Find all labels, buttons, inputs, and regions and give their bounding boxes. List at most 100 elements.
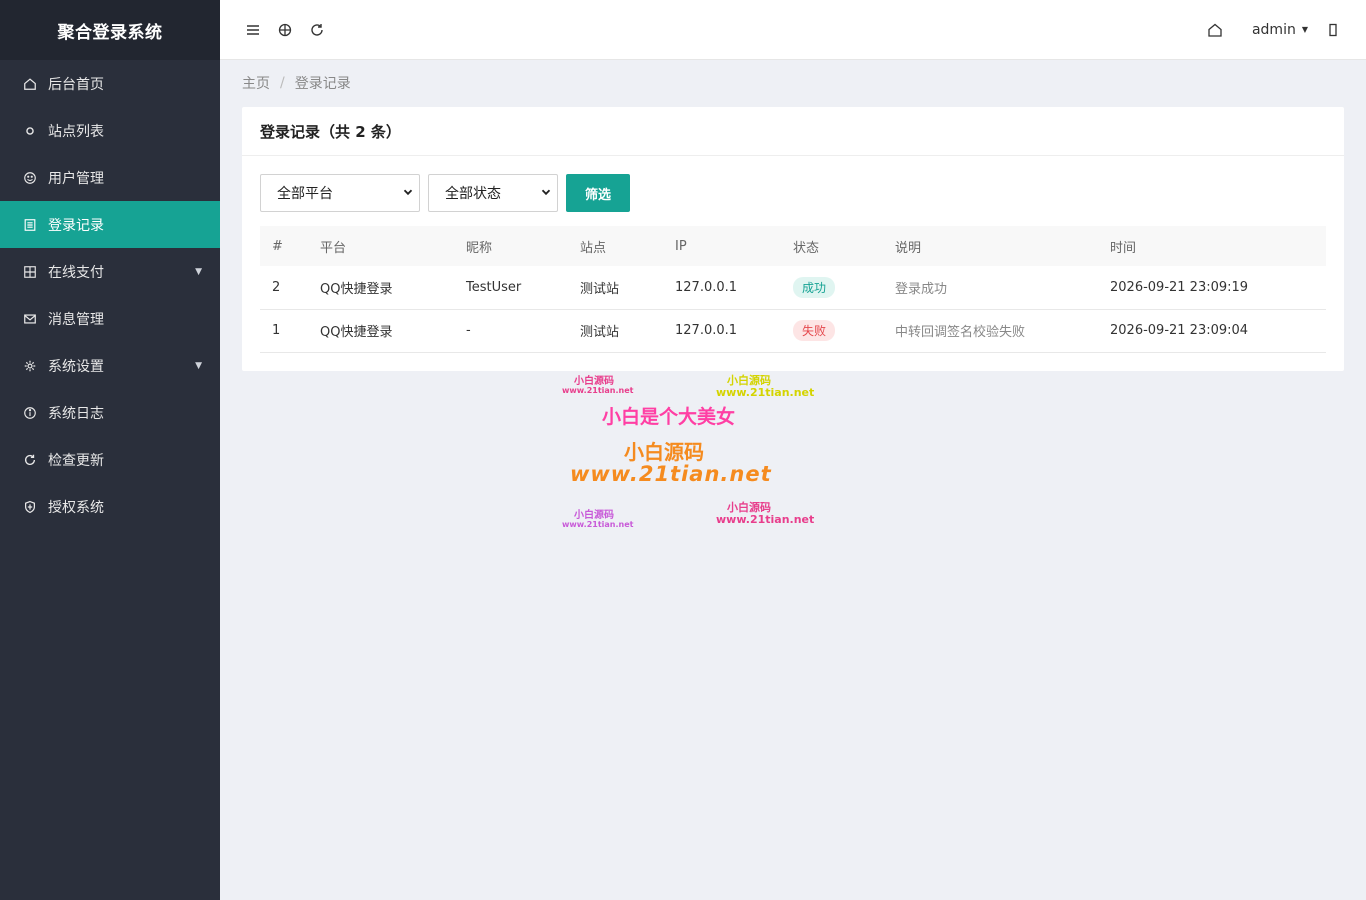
watermark-text: 小白源码 <box>574 510 614 521</box>
watermark-text: 小白源码 <box>574 376 614 387</box>
list-icon <box>22 217 38 233</box>
sidebar-menu: 后台首页 站点列表 用户管理 登录记录 在线支付 ▼ 消息管理 系统设置 ▼ 系… <box>0 60 220 530</box>
table-row: 2 QQ快捷登录 TestUser 测试站 127.0.0.1 成功 登录成功 … <box>260 266 1326 310</box>
sidebar-item-label: 登录记录 <box>48 217 104 234</box>
watermark: 小白源码 www.21tian.net 小白源码 www.21tian.net … <box>560 372 820 532</box>
cell-id: 2 <box>260 266 320 310</box>
top-header: admin ▼ <box>220 0 1366 60</box>
caret-down-icon: ▼ <box>195 360 202 371</box>
column-header: 平台 <box>320 240 347 256</box>
login-records-card: 登录记录（共 2 条） 全部平台 全部状态 筛选 # 平台 昵称 站点 IP 状… <box>242 107 1344 371</box>
globe-icon[interactable] <box>274 19 296 41</box>
card-title: 登录记录（共 2 条） <box>242 107 1344 156</box>
mail-icon <box>22 311 38 327</box>
smile-icon <box>22 170 38 186</box>
status-select[interactable]: 全部状态 <box>428 174 558 212</box>
watermark-text: 小白源码 <box>727 374 771 387</box>
watermark-text: 小白源码 <box>727 501 771 514</box>
refresh-icon <box>22 452 38 468</box>
cell-site: 测试站 <box>580 266 675 310</box>
cell-nickname: - <box>466 309 580 353</box>
watermark-text: 小白源码 <box>624 440 704 464</box>
column-header: 时间 <box>1110 240 1137 256</box>
status-badge: 失败 <box>793 320 836 341</box>
breadcrumb: 主页 / 登录记录 <box>242 60 1344 106</box>
home-icon <box>22 76 38 92</box>
column-header: IP <box>675 238 687 254</box>
status-badge: 成功 <box>793 276 836 298</box>
cell-nickname: TestUser <box>466 266 580 310</box>
filter-button[interactable]: 筛选 <box>566 174 630 212</box>
card-body: 全部平台 全部状态 筛选 # 平台 昵称 站点 IP 状态 说明 时间 2 QQ… <box>242 156 1344 371</box>
sidebar-item-logs[interactable]: 系统日志 <box>0 389 220 436</box>
sidebar-item-messages[interactable]: 消息管理 <box>0 295 220 342</box>
app-title: 聚合登录系统 <box>0 0 220 60</box>
sidebar-item-payment[interactable]: 在线支付 ▼ <box>0 248 220 295</box>
watermark-text: www.21tian.net <box>562 386 634 395</box>
watermark-text: www.21tian.net <box>716 513 815 526</box>
sidebar-item-label: 后台首页 <box>48 76 104 93</box>
username: admin <box>1251 21 1296 38</box>
column-header: # <box>272 238 283 254</box>
sidebar-item-label: 消息管理 <box>48 311 104 328</box>
more-icon[interactable] <box>1322 19 1344 41</box>
shield-icon <box>22 499 38 515</box>
menu-toggle-icon[interactable] <box>242 19 264 41</box>
sidebar-item-label: 用户管理 <box>48 170 104 187</box>
sidebar-item-settings[interactable]: 系统设置 ▼ <box>0 342 220 389</box>
cell-note: 登录成功 <box>895 266 1110 310</box>
gear-icon <box>22 358 38 374</box>
cell-ip: 127.0.0.1 <box>675 266 793 310</box>
cell-time: 2026-09-21 23:09:19 <box>1110 266 1326 310</box>
sidebar-item-label: 检查更新 <box>48 452 104 469</box>
breadcrumb-current: 登录记录 <box>294 76 351 92</box>
breadcrumb-home[interactable]: 主页 <box>242 73 270 93</box>
chevron-down-icon <box>403 185 413 201</box>
sidebar-item-license[interactable]: 授权系统 <box>0 483 220 530</box>
refresh-icon[interactable] <box>306 19 328 41</box>
platform-select[interactable]: 全部平台 <box>260 174 420 212</box>
filter-bar: 全部平台 全部状态 筛选 <box>260 174 1326 212</box>
caret-down-icon: ▼ <box>1301 25 1308 34</box>
sidebar-item-label: 站点列表 <box>48 123 104 140</box>
watermark-text: 小白是个大美女 <box>602 406 736 428</box>
cell-site: 测试站 <box>580 309 675 353</box>
main-content: 主页 / 登录记录 登录记录（共 2 条） 全部平台 全部状态 筛选 # 平台 … <box>242 60 1344 371</box>
sidebar-item-dashboard[interactable]: 后台首页 <box>0 60 220 107</box>
sidebar-item-label: 系统设置 <box>48 358 104 375</box>
sidebar-item-login-records[interactable]: 登录记录 <box>0 201 220 248</box>
platform-select-value: 全部平台 <box>277 186 333 202</box>
column-header: 说明 <box>895 240 922 256</box>
table-row: 1 QQ快捷登录 - 测试站 127.0.0.1 失败 中转回调签名校验失败 2… <box>260 309 1326 353</box>
status-select-value: 全部状态 <box>445 186 501 202</box>
sidebar-item-label: 在线支付 <box>48 264 104 281</box>
login-records-table: # 平台 昵称 站点 IP 状态 说明 时间 2 QQ快捷登录 TestUser <box>260 226 1326 353</box>
sidebar-item-users[interactable]: 用户管理 <box>0 154 220 201</box>
column-header: 状态 <box>793 240 820 256</box>
cell-time: 2026-09-21 23:09:04 <box>1110 309 1326 353</box>
cell-note: 中转回调签名校验失败 <box>895 309 1110 353</box>
table-header-row: # 平台 昵称 站点 IP 状态 说明 时间 <box>260 226 1326 266</box>
watermark-text: www.21tian.net <box>716 386 815 399</box>
sidebar-item-sites[interactable]: 站点列表 <box>0 107 220 154</box>
sidebar-item-label: 授权系统 <box>48 499 104 516</box>
chevron-down-icon <box>541 185 551 201</box>
info-icon <box>22 405 38 421</box>
watermark-text: www.21tian.net <box>562 520 634 529</box>
cell-status: 成功 <box>793 266 895 310</box>
home-icon[interactable] <box>1204 19 1226 41</box>
cell-platform: QQ快捷登录 <box>320 266 466 310</box>
column-header: 站点 <box>580 240 607 256</box>
user-menu[interactable]: admin ▼ <box>1252 22 1308 38</box>
sidebar-item-update[interactable]: 检查更新 <box>0 436 220 483</box>
cell-platform: QQ快捷登录 <box>320 309 466 353</box>
circle-icon <box>22 123 38 139</box>
breadcrumb-separator: / <box>280 75 285 91</box>
watermark-text: www.21tian.net <box>570 462 772 486</box>
sidebar: 聚合登录系统 后台首页 站点列表 用户管理 登录记录 在线支付 ▼ 消息管理 系… <box>0 0 220 900</box>
grid-icon <box>22 264 38 280</box>
cell-id: 1 <box>260 309 320 353</box>
sidebar-item-label: 系统日志 <box>48 405 104 422</box>
column-header: 昵称 <box>466 240 493 256</box>
caret-down-icon: ▼ <box>195 266 202 277</box>
